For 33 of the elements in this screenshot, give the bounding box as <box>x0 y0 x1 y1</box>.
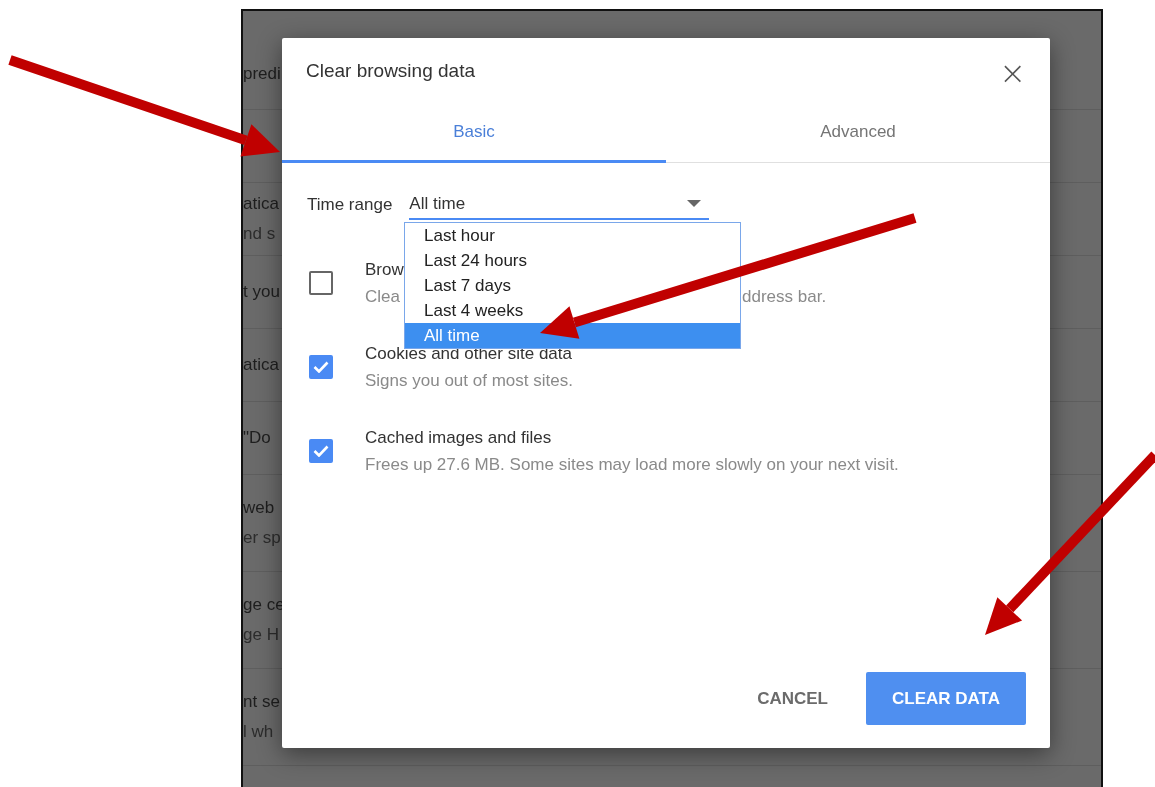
background-text: "Do <box>243 427 271 449</box>
option-title: Cached images and files <box>365 428 552 447</box>
background-text: nd s <box>243 223 276 245</box>
background-text: ge H <box>243 624 279 646</box>
dropdown-option[interactable]: Last 24 hours <box>405 248 740 273</box>
dropdown-option[interactable]: Last 7 days <box>405 273 740 298</box>
background-text: web <box>243 497 275 519</box>
checkbox[interactable] <box>309 355 333 379</box>
background-text: nt se <box>243 691 280 713</box>
background-text: atica <box>243 193 279 215</box>
background-text: t you <box>243 281 280 303</box>
option-description: Clea <box>365 287 401 306</box>
caret-icon <box>687 200 702 208</box>
tab[interactable]: Advanced <box>666 102 1050 163</box>
background-text: er sp <box>243 527 281 549</box>
time-range-label: Time range <box>307 195 393 215</box>
checkmark-icon <box>313 361 329 373</box>
option-description: Frees up 27.6 MB. Some sites may load more slowly on your next visit. <box>365 455 899 474</box>
background-text: atica <box>243 354 279 376</box>
tab[interactable]: Basic <box>282 102 666 163</box>
dropdown-option[interactable]: Last 4 weeks <box>405 298 740 323</box>
checkbox[interactable] <box>309 439 333 463</box>
time-range-dropdown[interactable]: All time <box>409 190 710 220</box>
close-button[interactable]: × <box>995 60 1030 86</box>
checkbox[interactable] <box>309 271 333 295</box>
dialog-title: Clear browsing data <box>306 60 475 82</box>
option-title: Brow <box>365 260 404 279</box>
option-description: Signs you out of most sites. <box>365 371 573 390</box>
cancel-button[interactable]: CANCEL <box>741 672 844 725</box>
option-description: ddress bar. <box>742 287 827 306</box>
dropdown-option[interactable]: Last hour <box>405 223 740 248</box>
checkmark-icon <box>313 445 329 457</box>
background-text: predi <box>243 63 281 85</box>
